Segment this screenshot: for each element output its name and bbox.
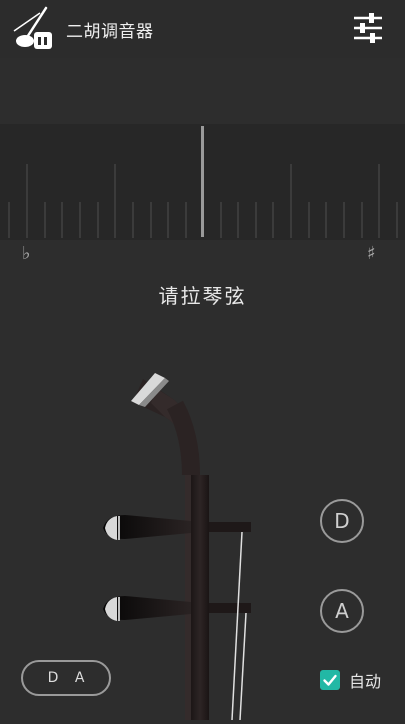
meter-tick <box>8 202 10 238</box>
meter-tick <box>185 202 187 238</box>
meter-tick <box>79 202 81 238</box>
meter-tick <box>378 164 380 238</box>
meter-tick <box>114 164 116 238</box>
auto-toggle[interactable]: 自动 <box>320 668 381 692</box>
meter-tick <box>97 202 99 238</box>
tuning-selector-button[interactable]: D A <box>21 660 111 696</box>
meter-tick <box>325 202 327 238</box>
app-header: 二胡调音器 <box>0 0 405 58</box>
meter-tick <box>361 202 363 238</box>
meter-tick <box>61 202 63 238</box>
meter-tick <box>255 202 257 238</box>
string-a-button[interactable]: A <box>320 589 364 633</box>
sliders-icon <box>354 13 382 43</box>
meter-tick <box>26 164 28 238</box>
meter-tick <box>308 202 310 238</box>
meter-tick <box>132 202 134 238</box>
auto-checkbox[interactable] <box>320 670 340 690</box>
meter-tick <box>272 202 274 238</box>
sharp-indicator: ♯ <box>367 243 376 264</box>
meter-tick <box>167 202 169 238</box>
settings-button[interactable] <box>350 10 386 46</box>
flat-indicator: ♭ <box>22 243 31 264</box>
tuner-meter <box>0 124 405 240</box>
erhu-illustration <box>95 365 275 721</box>
meter-tick <box>396 202 398 238</box>
erhu-logo-icon <box>12 5 58 51</box>
meter-tick <box>220 202 222 238</box>
auto-label: 自动 <box>349 672 382 691</box>
instruction-text: 请拉琴弦 <box>158 284 247 308</box>
meter-tick <box>150 202 152 238</box>
check-icon <box>323 674 337 686</box>
app-title: 二胡调音器 <box>66 22 154 42</box>
meter-tick <box>237 202 239 238</box>
meter-tick <box>343 202 345 238</box>
string-d-button[interactable]: D <box>320 499 364 543</box>
meter-tick <box>290 164 292 238</box>
meter-tick <box>44 202 46 238</box>
pitch-needle <box>201 126 204 237</box>
